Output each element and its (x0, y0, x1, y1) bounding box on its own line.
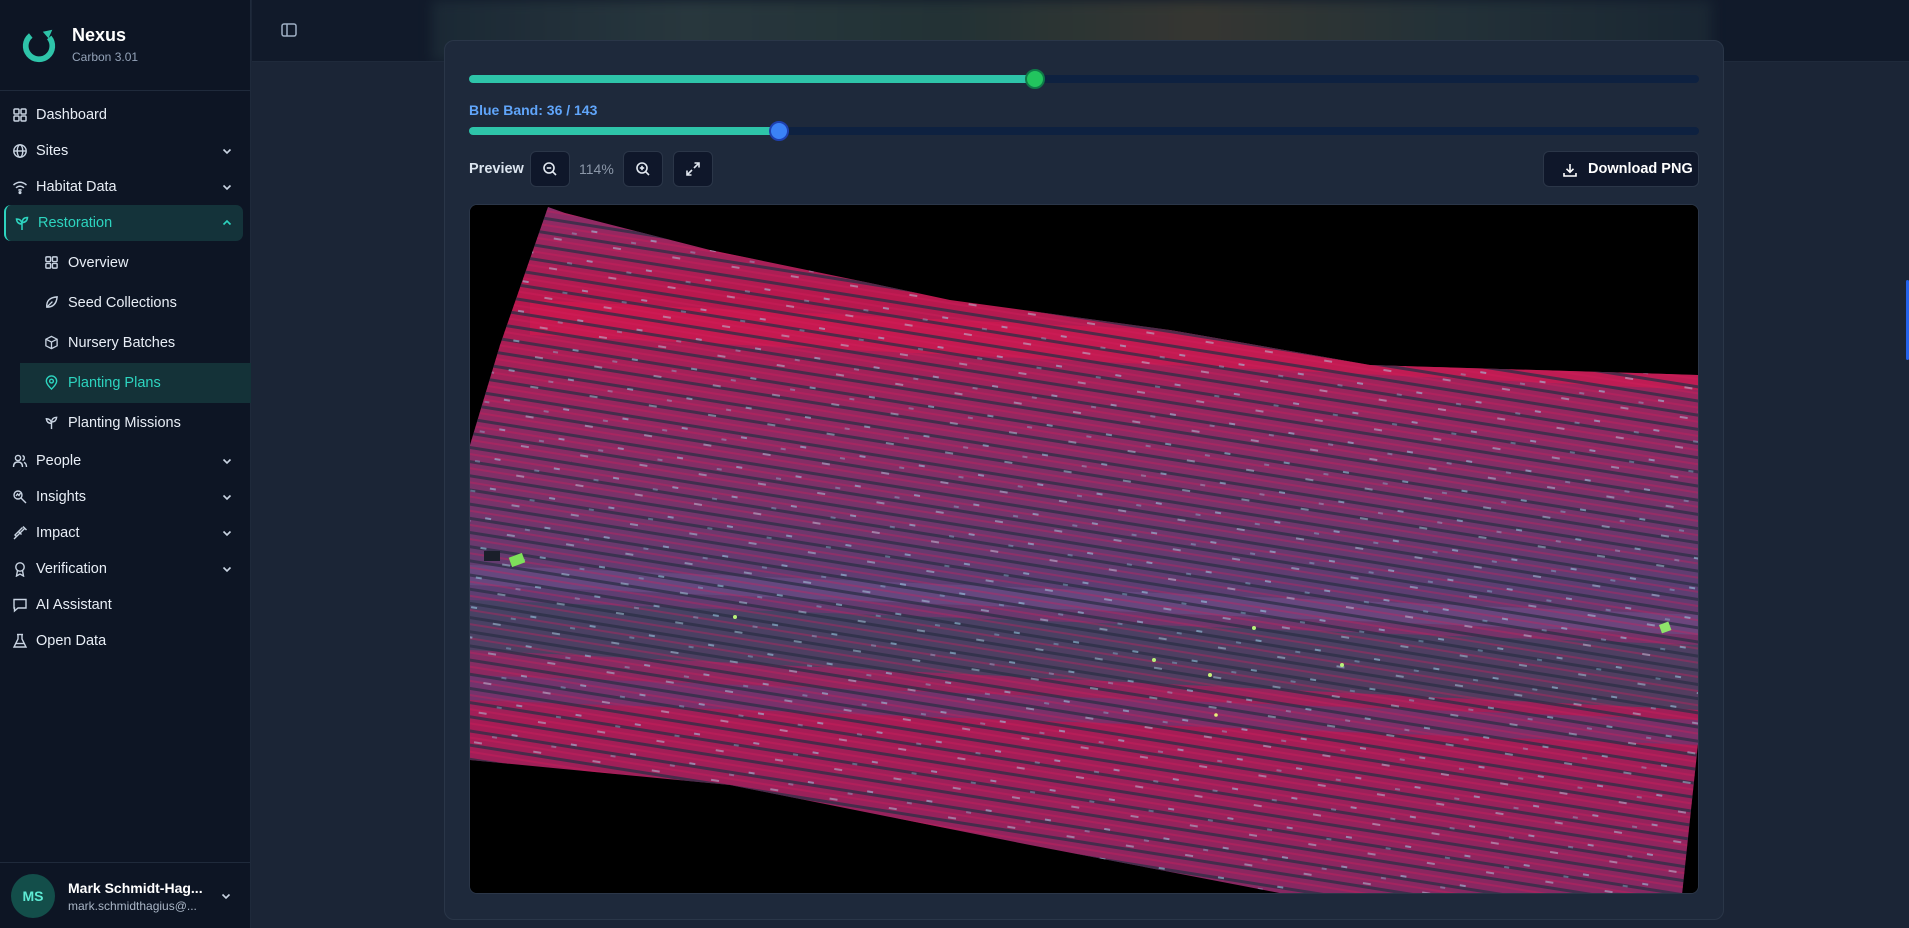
nav-label: Seed Collections (68, 295, 177, 311)
insights-icon (13, 490, 27, 504)
package-icon (45, 335, 58, 350)
nav-label: Planting Plans (68, 375, 161, 391)
nav-dashboard[interactable]: Dashboard (0, 97, 251, 133)
nav-ai-assistant[interactable]: AI Assistant (0, 587, 251, 623)
grid-icon (45, 256, 58, 269)
blue-band-label: Blue Band: 36 / 143 (469, 102, 598, 118)
chevron-down-icon (222, 530, 232, 537)
chevron-up-icon (222, 219, 232, 226)
avatar: MS (11, 874, 55, 918)
download-label: Download PNG (1588, 161, 1693, 177)
download-png-button[interactable]: Download PNG (1543, 151, 1699, 187)
nav-label: Overview (68, 255, 129, 271)
nav-habitat-data[interactable]: Habitat Data (0, 169, 251, 205)
award-icon (15, 562, 25, 577)
users-icon (12, 454, 28, 468)
false-color-image (470, 205, 1698, 893)
nav-restoration[interactable]: Restoration (4, 205, 243, 241)
brand-name: Nexus (72, 25, 127, 45)
sidebar: Nexus Carbon 3.01 Dashboard Sites Habita… (0, 0, 251, 928)
nav-restoration-overview[interactable]: Overview (0, 243, 251, 283)
wifi-icon (13, 181, 27, 195)
chevron-down-icon (222, 566, 232, 573)
message-square-icon (13, 598, 27, 613)
brand[interactable]: Nexus Carbon 3.01 (20, 24, 240, 68)
chevron-down-icon (222, 494, 232, 501)
zoom-out-icon (543, 162, 557, 176)
user-email: mark.schmidthagius@... (68, 899, 197, 913)
chevron-down-icon (221, 893, 231, 900)
nav-planting-missions[interactable]: Planting Missions (0, 403, 251, 443)
download-icon (1563, 164, 1577, 177)
nav-seed-collections[interactable]: Seed Collections (0, 283, 251, 323)
nav-label: Dashboard (36, 107, 107, 123)
maximize-icon (686, 162, 700, 176)
nav-label: Restoration (38, 215, 113, 231)
nav-verification[interactable]: Verification (0, 551, 251, 587)
nav-label: Habitat Data (36, 179, 117, 195)
image-preview[interactable] (469, 204, 1699, 894)
nav-planting-plans[interactable]: Planting Plans (20, 363, 251, 403)
zoom-level: 114% (579, 161, 614, 177)
syringe-icon (13, 526, 27, 540)
leaf-icon (46, 296, 58, 308)
slider-fill (469, 127, 779, 135)
map-pin-icon (45, 375, 58, 390)
zoom-in-icon (636, 162, 650, 176)
nav-label: Planting Missions (68, 415, 181, 431)
nav-label: Verification (36, 561, 107, 577)
main-nav: Dashboard Sites Habitat Data Restoration… (0, 97, 251, 659)
band-preview-card: Blue Band: 36 / 143 Preview 114% Downloa… (444, 40, 1724, 920)
user-menu[interactable]: MS Mark Schmidt-Hag... mark.schmidthagiu… (0, 862, 251, 928)
user-name: Mark Schmidt-Hag... (68, 880, 203, 896)
nav-label: AI Assistant (36, 597, 112, 613)
nav-label: Insights (36, 489, 86, 505)
divider (0, 90, 251, 91)
grid-icon (13, 108, 27, 122)
nav-label: Impact (36, 525, 80, 541)
slider-thumb[interactable] (1024, 69, 1045, 89)
sprout-icon (15, 216, 29, 230)
zoom-out-button[interactable] (530, 151, 570, 187)
zoom-in-button[interactable] (623, 151, 663, 187)
green-band-slider[interactable] (469, 69, 1699, 89)
sprout-icon (45, 416, 58, 430)
fullscreen-button[interactable] (673, 151, 713, 187)
nav-impact[interactable]: Impact (0, 515, 251, 551)
preview-label: Preview (469, 161, 524, 177)
nav-label: Open Data (36, 633, 107, 649)
nav-open-data[interactable]: Open Data (0, 623, 251, 659)
flask-icon (12, 633, 28, 648)
chevron-down-icon (222, 184, 232, 191)
globe-icon (13, 144, 27, 158)
brand-version: Carbon 3.01 (72, 50, 139, 64)
slider-fill (469, 75, 1035, 83)
sidebar-toggle-icon[interactable] (280, 21, 298, 39)
nav-label: Nursery Batches (68, 335, 176, 351)
nav-sites[interactable]: Sites (0, 133, 251, 169)
nav-label: Sites (36, 143, 69, 159)
blue-band-slider[interactable] (469, 121, 1699, 141)
chevron-down-icon (222, 148, 232, 155)
chevron-down-icon (222, 458, 232, 465)
nav-people[interactable]: People (0, 443, 251, 479)
nav-insights[interactable]: Insights (0, 479, 251, 515)
slider-thumb[interactable] (768, 121, 789, 141)
nav-nursery-batches[interactable]: Nursery Batches (0, 323, 251, 363)
nav-label: People (36, 453, 82, 469)
nexus-logo-icon (22, 29, 56, 63)
